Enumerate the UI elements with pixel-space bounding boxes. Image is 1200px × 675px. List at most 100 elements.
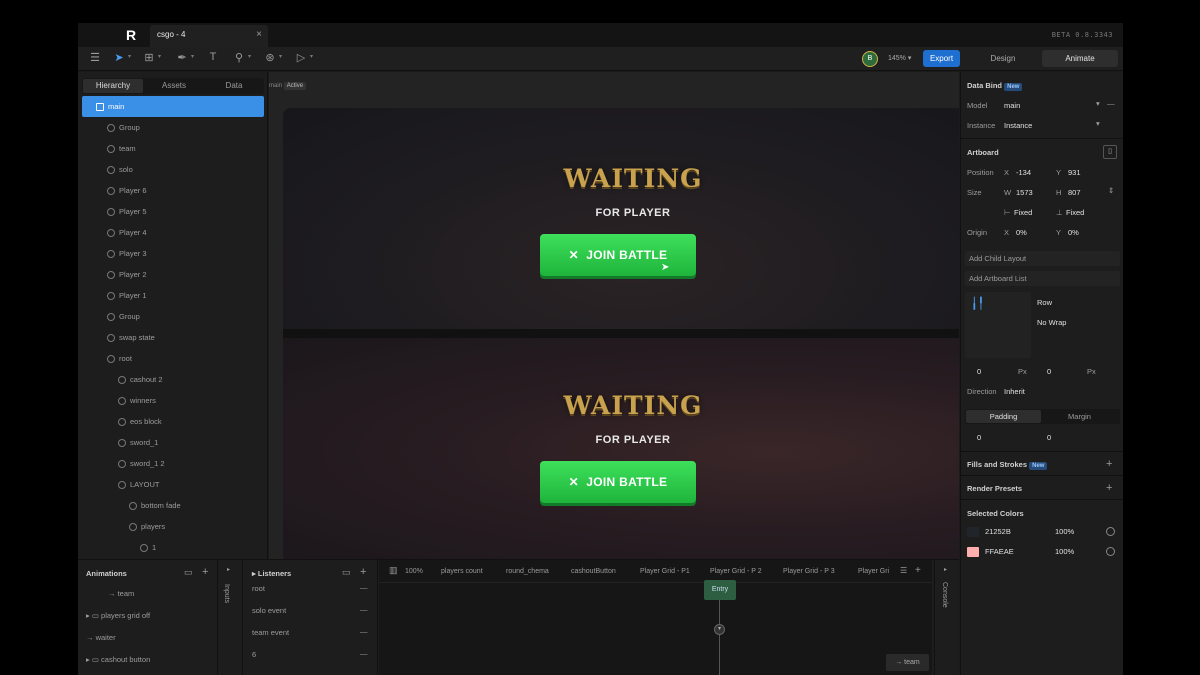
gap-vertical-input[interactable]: 0	[1047, 367, 1051, 376]
team-state-node[interactable]: → team	[886, 654, 929, 671]
height-sizing-select[interactable]: Fixed	[1066, 208, 1084, 217]
timeline-tab[interactable]: Player Gri	[858, 568, 889, 575]
color-swatch[interactable]	[967, 527, 979, 537]
folder-icon[interactable]: ▭	[184, 567, 193, 578]
add-child-layout-button[interactable]: Add Child Layout	[965, 251, 1120, 266]
tree-item[interactable]: Group	[82, 306, 264, 327]
add-preset-icon[interactable]: +	[1106, 482, 1112, 494]
folder-icon[interactable]: ▭	[342, 567, 351, 578]
alignment-grid[interactable]: ╽╿	[965, 292, 1031, 358]
tree-item[interactable]: Player 3	[82, 243, 264, 264]
link-size-icon[interactable]: ⇕	[1108, 186, 1114, 195]
gap-horizontal-input[interactable]: 0	[977, 367, 981, 376]
canvas[interactable]: main Active WAITING FOR PLAYER ✕ JOIN BA…	[269, 72, 959, 559]
artboard[interactable]: WAITING FOR PLAYER ✕ JOIN BATTLE ➤ WAITI…	[283, 108, 959, 559]
tab-assets[interactable]: Assets	[144, 79, 204, 93]
chevron-down-icon[interactable]: ▾	[158, 53, 161, 60]
tree-item[interactable]: Player 5	[82, 201, 264, 222]
tree-item[interactable]: solo	[82, 159, 264, 180]
chevron-down-icon[interactable]: ▾	[310, 53, 313, 60]
position-y-input[interactable]: 931	[1068, 168, 1081, 177]
remove-listener-icon[interactable]: —	[360, 627, 368, 636]
tab-hierarchy[interactable]: Hierarchy	[83, 79, 143, 93]
animation-item[interactable]: → waiter	[86, 633, 116, 642]
join-battle-button[interactable]: ✕ JOIN BATTLE	[540, 234, 696, 276]
layout-toggle-icon[interactable]: ▯	[1103, 145, 1117, 159]
text-tool-icon[interactable]: T	[204, 51, 222, 63]
origin-x-input[interactable]: 0%	[1016, 228, 1027, 237]
pen-tool-icon[interactable]: ✒	[173, 51, 191, 64]
listener-item[interactable]: root	[252, 584, 265, 593]
join-battle-button[interactable]: ✕ JOIN BATTLE	[540, 461, 696, 503]
tab-padding[interactable]: Padding	[966, 410, 1041, 423]
timeline-zoom[interactable]: 100%	[405, 568, 423, 575]
model-select[interactable]: main	[1004, 101, 1020, 110]
timeline-tab[interactable]: players count	[441, 568, 483, 575]
add-animation-icon[interactable]: +	[202, 566, 208, 578]
chevron-down-icon[interactable]: ▾	[1096, 99, 1100, 108]
tree-item[interactable]: eos block	[82, 411, 264, 432]
animation-item[interactable]: → team	[108, 589, 134, 598]
origin-y-input[interactable]: 0%	[1068, 228, 1079, 237]
color-opacity[interactable]: 100%	[1055, 527, 1074, 536]
add-fill-icon[interactable]: +	[1106, 458, 1112, 470]
tab-data[interactable]: Data	[204, 79, 264, 93]
bone-tool-icon[interactable]: ⚲	[230, 51, 248, 64]
tree-item[interactable]: players	[82, 516, 264, 537]
listener-item[interactable]: team event	[252, 628, 289, 637]
zoom-level[interactable]: 145% ▾	[888, 54, 911, 62]
position-x-input[interactable]: -134	[1016, 168, 1031, 177]
unbind-icon[interactable]: —	[1107, 99, 1115, 108]
color-opacity[interactable]: 100%	[1055, 547, 1074, 556]
tree-item[interactable]: sword_1 2	[82, 453, 264, 474]
height-input[interactable]: 807	[1068, 188, 1081, 197]
gap-unit-select[interactable]: Px	[1087, 367, 1096, 376]
play-icon[interactable]: ▷	[292, 51, 310, 64]
event-tool-icon[interactable]: ⊛	[261, 51, 279, 64]
add-tab-icon[interactable]: +	[915, 565, 921, 576]
tree-item[interactable]: Player 2	[82, 264, 264, 285]
timeline-layout-icon[interactable]: ▥	[389, 565, 398, 576]
user-avatar[interactable]: B	[862, 51, 878, 67]
add-artboard-list-button[interactable]: Add Artboard List	[965, 271, 1120, 286]
tree-item[interactable]: bottom fade	[82, 495, 264, 516]
width-sizing-select[interactable]: Fixed	[1014, 208, 1032, 217]
rive-logo-icon[interactable]: R	[126, 27, 136, 43]
color-target-icon[interactable]	[1106, 547, 1115, 556]
flex-wrap-select[interactable]: No Wrap	[1037, 318, 1066, 327]
tree-item[interactable]: team	[82, 138, 264, 159]
chevron-down-icon[interactable]: ▾	[191, 53, 194, 60]
tree-item[interactable]: Player 6	[82, 180, 264, 201]
animate-mode-tab[interactable]: Animate	[1042, 50, 1118, 67]
remove-listener-icon[interactable]: —	[360, 605, 368, 614]
select-tool-icon[interactable]: ➤	[110, 51, 128, 64]
timeline-tab[interactable]: round_chema	[506, 568, 549, 575]
selected-color-row[interactable]: FFAEAE 100%	[961, 545, 1123, 561]
transition-arrow-icon[interactable]: ▾	[714, 624, 725, 635]
remove-listener-icon[interactable]: —	[360, 583, 368, 592]
tree-item[interactable]: LAYOUT	[82, 474, 264, 495]
tree-item[interactable]: root	[82, 348, 264, 369]
listener-item[interactable]: solo event	[252, 606, 286, 615]
tree-item[interactable]: main	[82, 96, 264, 117]
tree-item[interactable]: Player 1	[82, 285, 264, 306]
chevron-down-icon[interactable]: ▾	[1096, 119, 1100, 128]
tree-item[interactable]: winners	[82, 390, 264, 411]
state-machine-graph[interactable]: ▥ 100% players count round_chema cashoutBu…	[379, 560, 932, 675]
gap-unit-select[interactable]: Px	[1018, 367, 1027, 376]
animation-item[interactable]: ▸ ▭ cashout button	[86, 655, 150, 664]
chevron-down-icon[interactable]: ▾	[279, 53, 282, 60]
color-hex[interactable]: 21252B	[985, 527, 1011, 536]
add-listener-icon[interactable]: +	[360, 566, 366, 578]
listener-item[interactable]: 6	[252, 650, 256, 659]
direction-select[interactable]: Inherit	[1004, 387, 1025, 396]
chevron-down-icon[interactable]: ▾	[128, 53, 131, 60]
timeline-tab[interactable]: Player Grid - P 3	[783, 568, 835, 575]
animation-item[interactable]: ▸ ▭ players grid off	[86, 611, 150, 620]
list-icon[interactable]: ☰	[900, 566, 907, 575]
flex-direction-select[interactable]: Row	[1037, 298, 1052, 307]
export-button[interactable]: Export	[923, 50, 960, 67]
menu-icon[interactable]: ☰	[86, 51, 104, 64]
color-swatch[interactable]	[967, 547, 979, 557]
color-hex[interactable]: FFAEAE	[985, 547, 1014, 556]
